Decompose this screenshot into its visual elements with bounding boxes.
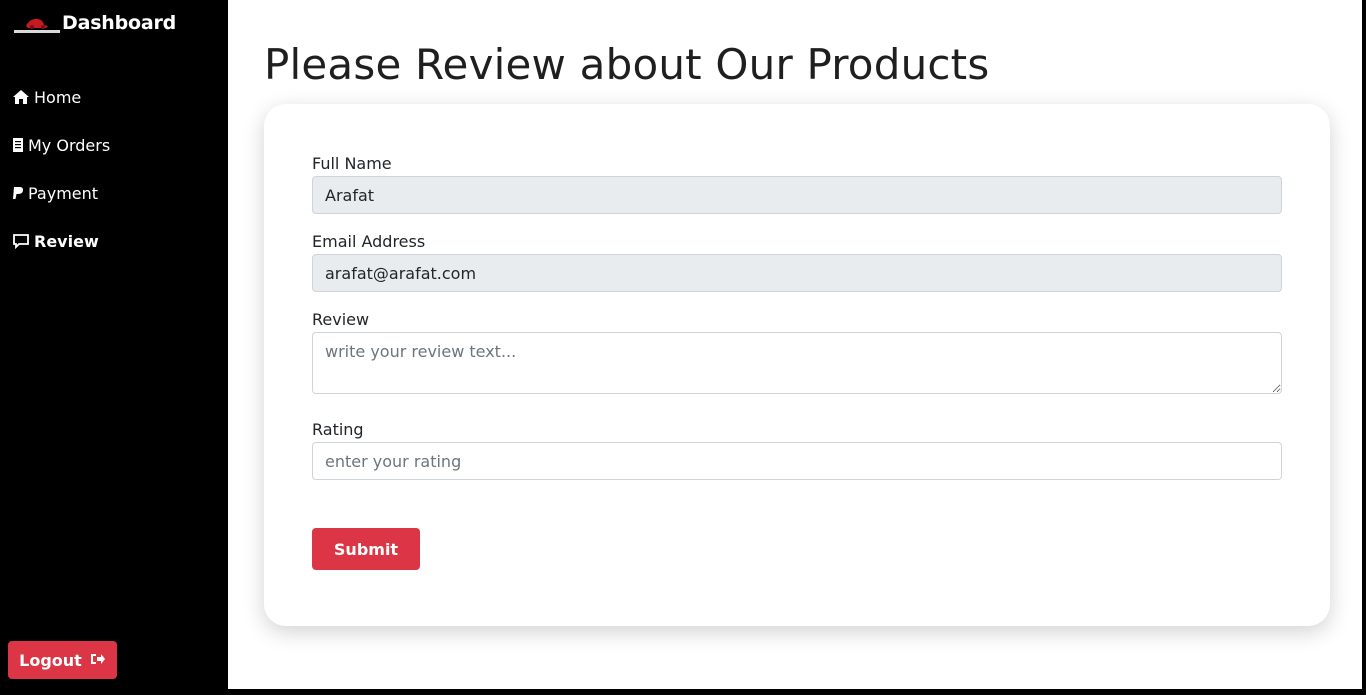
review-form: Full Name Email Address Review Rating Su… <box>264 104 1330 626</box>
home-icon <box>12 88 30 106</box>
brand[interactable]: Dashboard <box>12 10 176 36</box>
sidebar-item-label: My Orders <box>28 135 111 155</box>
sidebar-item-home[interactable]: Home <box>12 85 81 109</box>
sidebar-item-my-orders[interactable]: My Orders <box>12 133 110 157</box>
review-textarea[interactable] <box>312 332 1282 394</box>
rating-field[interactable] <box>312 442 1282 480</box>
sidebar-item-payment[interactable]: Payment <box>12 181 98 205</box>
sidebar-item-label: Review <box>34 231 99 251</box>
email-field[interactable] <box>312 254 1282 292</box>
email-label: Email Address <box>312 232 426 251</box>
sign-out-icon <box>90 651 106 670</box>
window-edge <box>1362 0 1366 695</box>
full-name-label: Full Name <box>312 154 392 173</box>
paypal-icon <box>12 184 24 202</box>
full-name-field[interactable] <box>312 176 1282 214</box>
main-content: Please Review about Our Products Full Na… <box>228 0 1362 689</box>
logout-button[interactable]: Logout <box>8 641 117 679</box>
sidebar-item-review[interactable]: Review <box>12 229 99 253</box>
sidebar-item-label: Home <box>34 87 82 107</box>
brand-title: Dashboard <box>62 12 177 34</box>
comment-icon <box>12 232 30 250</box>
submit-button[interactable]: Submit <box>312 528 420 570</box>
review-label: Review <box>312 310 370 329</box>
page-title: Please Review about Our Products <box>264 40 990 89</box>
rating-label: Rating <box>312 420 364 439</box>
sidebar: Dashboard Home My Orders Payment Review … <box>0 0 228 695</box>
logout-label: Logout <box>19 650 82 670</box>
receipt-icon <box>12 136 24 154</box>
moto-shop-logo <box>12 14 62 36</box>
sidebar-item-label: Payment <box>28 183 99 203</box>
